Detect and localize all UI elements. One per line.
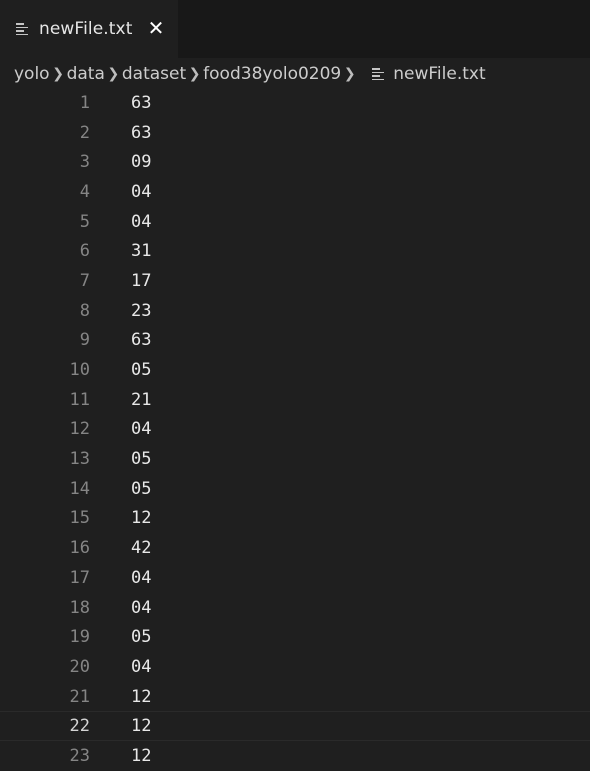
- line-number: 3: [79, 152, 90, 173]
- editor-line[interactable]: 23 12: [0, 741, 590, 771]
- line-text[interactable]: 04: [131, 182, 151, 202]
- editor-line[interactable]: 10 05: [0, 355, 590, 385]
- line-text[interactable]: 63: [131, 93, 151, 113]
- editor-line[interactable]: 13 05: [0, 444, 590, 474]
- editor-line[interactable]: 19 05: [0, 622, 590, 652]
- chevron-right-icon: ❯: [107, 66, 120, 82]
- line-number: 5: [79, 211, 90, 232]
- editor-line[interactable]: 18 04: [0, 593, 590, 623]
- editor-line[interactable]: 14 05: [0, 474, 590, 504]
- line-text[interactable]: 17: [131, 271, 151, 291]
- close-icon[interactable]: ✕: [146, 17, 166, 39]
- line-text[interactable]: 63: [131, 123, 151, 143]
- line-number: 6: [79, 241, 90, 262]
- editor-line[interactable]: 20 04: [0, 652, 590, 682]
- line-text[interactable]: 05: [131, 627, 151, 647]
- editor-line[interactable]: 5 04: [0, 207, 590, 237]
- text-file-icon: [16, 22, 29, 36]
- editor-line[interactable]: 11 21: [0, 385, 590, 415]
- line-number: 19: [69, 627, 90, 648]
- editor-line[interactable]: 16 42: [0, 533, 590, 563]
- line-text[interactable]: 31: [131, 241, 151, 261]
- editor-line[interactable]: 7 17: [0, 266, 590, 296]
- line-text[interactable]: 05: [131, 449, 151, 469]
- editor-line[interactable]: 8 23: [0, 296, 590, 326]
- line-text[interactable]: 12: [131, 508, 151, 528]
- breadcrumb-item-food38yolo0209[interactable]: food38yolo0209: [203, 64, 341, 84]
- line-number: 7: [79, 270, 90, 291]
- chevron-right-icon: ❯: [188, 66, 201, 82]
- editor-line[interactable]: 17 04: [0, 563, 590, 593]
- breadcrumb-item-dataset[interactable]: dataset: [122, 64, 186, 84]
- editor-line[interactable]: 12 04: [0, 415, 590, 445]
- line-text[interactable]: 05: [131, 479, 151, 499]
- line-number: 2: [79, 122, 90, 143]
- breadcrumb: yolo ❯ data ❯ dataset ❯ food38yolo0209 ❯…: [14, 60, 486, 88]
- tab-newfile[interactable]: newFile.txt ✕: [0, 0, 178, 58]
- line-number: 1: [79, 92, 90, 113]
- editor-line[interactable]: 1 63: [0, 88, 590, 118]
- line-number: 21: [69, 686, 90, 707]
- line-number: 8: [79, 300, 90, 321]
- editor-line[interactable]: 4 04: [0, 177, 590, 207]
- editor-line[interactable]: 15 12: [0, 504, 590, 534]
- editor-line[interactable]: 9 63: [0, 326, 590, 356]
- text-file-icon: [372, 67, 385, 81]
- line-text[interactable]: 12: [131, 746, 151, 766]
- line-text[interactable]: 05: [131, 360, 151, 380]
- line-text[interactable]: 21: [131, 390, 151, 410]
- line-number: 17: [69, 567, 90, 588]
- breadcrumb-item-data[interactable]: data: [67, 64, 105, 84]
- line-text[interactable]: 12: [131, 687, 151, 707]
- line-text[interactable]: 04: [131, 419, 151, 439]
- line-number: 15: [69, 508, 90, 529]
- editor-line[interactable]: 3 09: [0, 147, 590, 177]
- line-number: 14: [69, 478, 90, 499]
- editor-line[interactable]: 2 63: [0, 118, 590, 148]
- line-number: 12: [69, 419, 90, 440]
- editor-line[interactable]: 22 12: [0, 711, 590, 742]
- editor-window: newFile.txt ✕ yolo ❯ data ❯ dataset ❯ fo…: [0, 0, 590, 771]
- tab-label: newFile.txt: [39, 19, 133, 39]
- line-text[interactable]: 42: [131, 538, 151, 558]
- breadcrumb-item-file[interactable]: newFile.txt: [393, 64, 485, 84]
- line-number: 10: [69, 360, 90, 381]
- line-text[interactable]: 12: [131, 716, 151, 736]
- breadcrumb-item-yolo[interactable]: yolo: [14, 64, 50, 84]
- line-number: 20: [69, 656, 90, 677]
- line-text[interactable]: 63: [131, 330, 151, 350]
- line-number: 22: [69, 716, 90, 737]
- chevron-right-icon: ❯: [343, 66, 356, 82]
- line-number: 18: [69, 597, 90, 618]
- line-number: 4: [79, 181, 90, 202]
- line-number: 13: [69, 449, 90, 470]
- line-number: 11: [69, 389, 90, 410]
- line-number: 23: [69, 745, 90, 766]
- line-number: 16: [69, 538, 90, 559]
- chevron-right-icon: ❯: [52, 66, 64, 82]
- editor-line[interactable]: 6 31: [0, 236, 590, 266]
- tab-bar: newFile.txt ✕: [0, 0, 590, 58]
- line-text[interactable]: 04: [131, 568, 151, 588]
- line-text[interactable]: 04: [131, 657, 151, 677]
- line-text[interactable]: 23: [131, 301, 151, 321]
- editor-line[interactable]: 21 12: [0, 682, 590, 712]
- line-number: 9: [79, 330, 90, 351]
- line-text[interactable]: 04: [131, 598, 151, 618]
- line-text[interactable]: 09: [131, 152, 151, 172]
- line-text[interactable]: 04: [131, 212, 151, 232]
- editor-text-area[interactable]: 1 63 2 63 3 09 4 04 5 04 6 31 7 17 8 23 9 63 10 05 11 21 12 04 1…: [0, 88, 590, 771]
